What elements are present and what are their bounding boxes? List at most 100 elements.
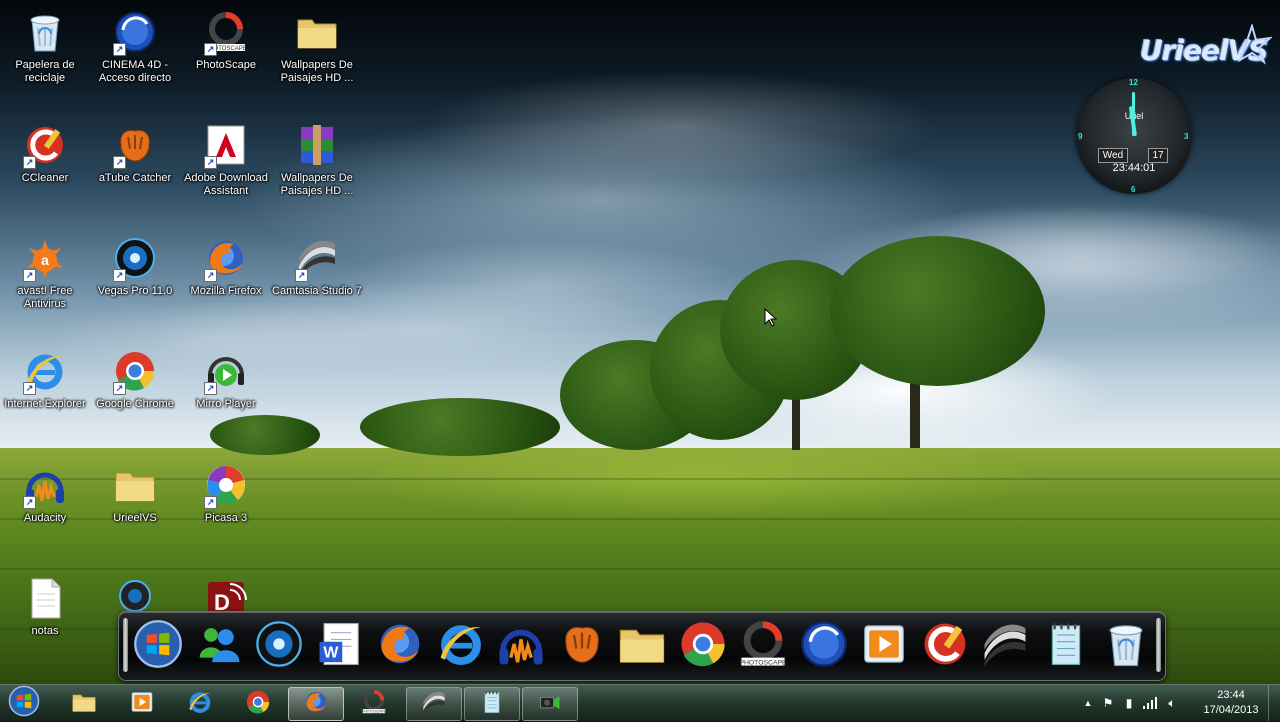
- desktop-icon-label: Wallpapers De Paisajes HD ...: [280, 59, 354, 84]
- dock-item-folder[interactable]: [615, 619, 669, 673]
- vegas-pro-icon: ↗: [111, 234, 159, 282]
- shortcut-arrow-icon: ↗: [204, 496, 217, 509]
- volume-icon[interactable]: 🔈︎: [1164, 695, 1180, 711]
- desktop-icon-label: Internet Explorer: [4, 398, 86, 410]
- media-player-icon: [859, 619, 909, 674]
- dock-item-audacity[interactable]: [494, 619, 548, 673]
- shortcut-arrow-icon: ↗: [23, 382, 36, 395]
- dock-item-photoscape[interactable]: PHOTOSCAPE: [736, 619, 790, 673]
- shortcut-arrow-icon: ↗: [204, 269, 217, 282]
- dock-left-cap: [123, 618, 128, 672]
- system-tray: ▲ ⚑ ▮ 🔈︎ 23:44 17/04/2013: [1078, 685, 1278, 721]
- dock-item-recycle-bin[interactable]: [1099, 619, 1153, 673]
- internet-explorer-icon: [436, 619, 486, 674]
- taskbar-clock[interactable]: 23:44 17/04/2013: [1196, 688, 1266, 718]
- desktop-icon[interactable]: notas: [0, 568, 90, 660]
- svg-text:PHOTOSCAPE: PHOTOSCAPE: [362, 709, 387, 713]
- folder-icon: [111, 461, 159, 509]
- desktop-icon[interactable]: ↗ Internet Explorer: [0, 341, 90, 433]
- desktop-icon[interactable]: Wallpapers De Paisajes HD ...: [272, 2, 362, 94]
- desktop-icon-label: notas: [31, 625, 59, 637]
- dock-item-camtasia[interactable]: [978, 619, 1032, 673]
- svg-text:a: a: [41, 252, 49, 268]
- shortcut-arrow-icon: ↗: [23, 156, 36, 169]
- desktop-icon-label: Mozilla Firefox: [190, 285, 262, 297]
- desktop-icon[interactable]: PHOTOSCAPE ↗ PhotoScape: [181, 2, 271, 94]
- start-button[interactable]: [6, 685, 42, 720]
- desktop-icon[interactable]: ↗ aTube Catcher: [90, 115, 180, 207]
- desktop-icon[interactable]: ↗ CCleaner: [0, 115, 90, 207]
- dock-item-windows-start[interactable]: [131, 619, 185, 673]
- desktop-icon[interactable]: ↗ Audacity: [0, 455, 90, 547]
- show-desktop-button[interactable]: [1268, 685, 1280, 721]
- firefox-icon: ↗: [202, 234, 250, 282]
- taskbar: PHOTOSCAPE ▲ ⚑ ▮ 🔈︎ 23:44 17/04/2013: [0, 684, 1280, 721]
- notepad-icon: [1041, 619, 1091, 674]
- media-player-icon: [129, 689, 155, 720]
- notepad-icon: [479, 689, 505, 720]
- desktop-icon[interactable]: ↗ Picasa 3: [181, 455, 271, 547]
- taskbar-button-photoscape[interactable]: PHOTOSCAPE: [346, 687, 402, 721]
- clock-numeral: 12: [1129, 78, 1138, 87]
- dock-item-vegas-pro[interactable]: [252, 619, 306, 673]
- power-icon[interactable]: ▮: [1121, 695, 1137, 711]
- shortcut-arrow-icon: ↗: [113, 156, 126, 169]
- desktop-icon[interactable]: ↗ Mozilla Firefox: [181, 228, 271, 320]
- desktop-icon[interactable]: ↗ Vegas Pro 11.0: [90, 228, 180, 320]
- desktop-icon[interactable]: UrieelVS: [90, 455, 180, 547]
- network-signal-icon[interactable]: [1142, 695, 1158, 711]
- atube-catcher-icon: ↗: [111, 121, 159, 169]
- desktop-icon[interactable]: Wallpapers De Paisajes HD ...: [272, 115, 362, 207]
- chrome-icon: [245, 689, 271, 720]
- desktop-icon-label: Wallpapers De Paisajes HD ...: [280, 172, 354, 197]
- cinema4d-icon: ↗: [111, 8, 159, 56]
- shortcut-arrow-icon: ↗: [204, 156, 217, 169]
- desktop-icon[interactable]: ↗ Camtasia Studio 7: [272, 228, 362, 320]
- desktop-icon[interactable]: Papelera de reciclaje: [0, 2, 90, 94]
- taskbar-button-notepad[interactable]: [464, 687, 520, 721]
- desktop-icon[interactable]: ↗ Mirro Player: [181, 341, 271, 433]
- taskbar-button-folder[interactable]: [56, 687, 112, 721]
- desktop-icon-label: CCleaner: [21, 172, 69, 184]
- desktop-icon-label: Google Chrome: [96, 398, 174, 410]
- recycle-bin-icon: [1101, 619, 1151, 674]
- desktop-icon-label: Papelera de reciclaje: [15, 59, 75, 84]
- desktop-icon[interactable]: ↗ CINEMA 4D - Acceso directo: [90, 2, 180, 94]
- clock-numeral: 9: [1078, 132, 1083, 141]
- text-document-icon: [21, 574, 69, 622]
- dock-item-internet-explorer[interactable]: [434, 619, 488, 673]
- photoscape-icon: PHOTOSCAPE ↗: [202, 8, 250, 56]
- dock-item-ccleaner[interactable]: [918, 619, 972, 673]
- chrome-icon: ↗: [111, 347, 159, 395]
- dock-item-messenger[interactable]: [192, 619, 246, 673]
- taskbar-button-media-player[interactable]: [114, 687, 170, 721]
- dock-item-media-player[interactable]: [857, 619, 911, 673]
- dock-item-atube-catcher[interactable]: [555, 619, 609, 673]
- taskbar-button-camtasia[interactable]: [406, 687, 462, 721]
- desktop-icon[interactable]: a ↗ avast! Free Antivirus: [0, 228, 90, 320]
- dock-item-chrome[interactable]: [676, 619, 730, 673]
- desktop-icon[interactable]: ↗ Adobe Download Assistant: [181, 115, 271, 207]
- dock-item-firefox[interactable]: [373, 619, 427, 673]
- show-hidden-icons-icon[interactable]: ▲: [1080, 695, 1096, 711]
- atube-catcher-icon: [557, 619, 607, 674]
- taskbar-button-internet-explorer[interactable]: [172, 687, 228, 721]
- photoscape-icon: PHOTOSCAPE: [738, 619, 788, 674]
- firefox-icon: [303, 689, 329, 720]
- action-center-flag-icon[interactable]: ⚑: [1100, 695, 1116, 711]
- desktop-icon[interactable]: ↗ Google Chrome: [90, 341, 180, 433]
- clock-gadget[interactable]: 12 3 6 9 Uriel Wed 17 23:44:01: [1076, 78, 1192, 194]
- taskbar-button-firefox[interactable]: [288, 687, 344, 721]
- desktop-icon-label: Camtasia Studio 7: [272, 285, 362, 297]
- chrome-icon: [678, 619, 728, 674]
- dock-item-word[interactable]: W: [313, 619, 367, 673]
- winrar-archive-icon: [293, 121, 341, 169]
- dock-item-cinema4d[interactable]: [797, 619, 851, 673]
- avast-icon: a ↗: [21, 234, 69, 282]
- svg-text:PHOTOSCAPE: PHOTOSCAPE: [739, 659, 787, 666]
- desktop-icon-label: Vegas Pro 11.0: [97, 285, 173, 297]
- taskbar-button-recorder[interactable]: [522, 687, 578, 721]
- clock-digital-time: 23:44:01: [1112, 162, 1156, 174]
- taskbar-button-chrome[interactable]: [230, 687, 286, 721]
- dock-item-notepad[interactable]: [1039, 619, 1093, 673]
